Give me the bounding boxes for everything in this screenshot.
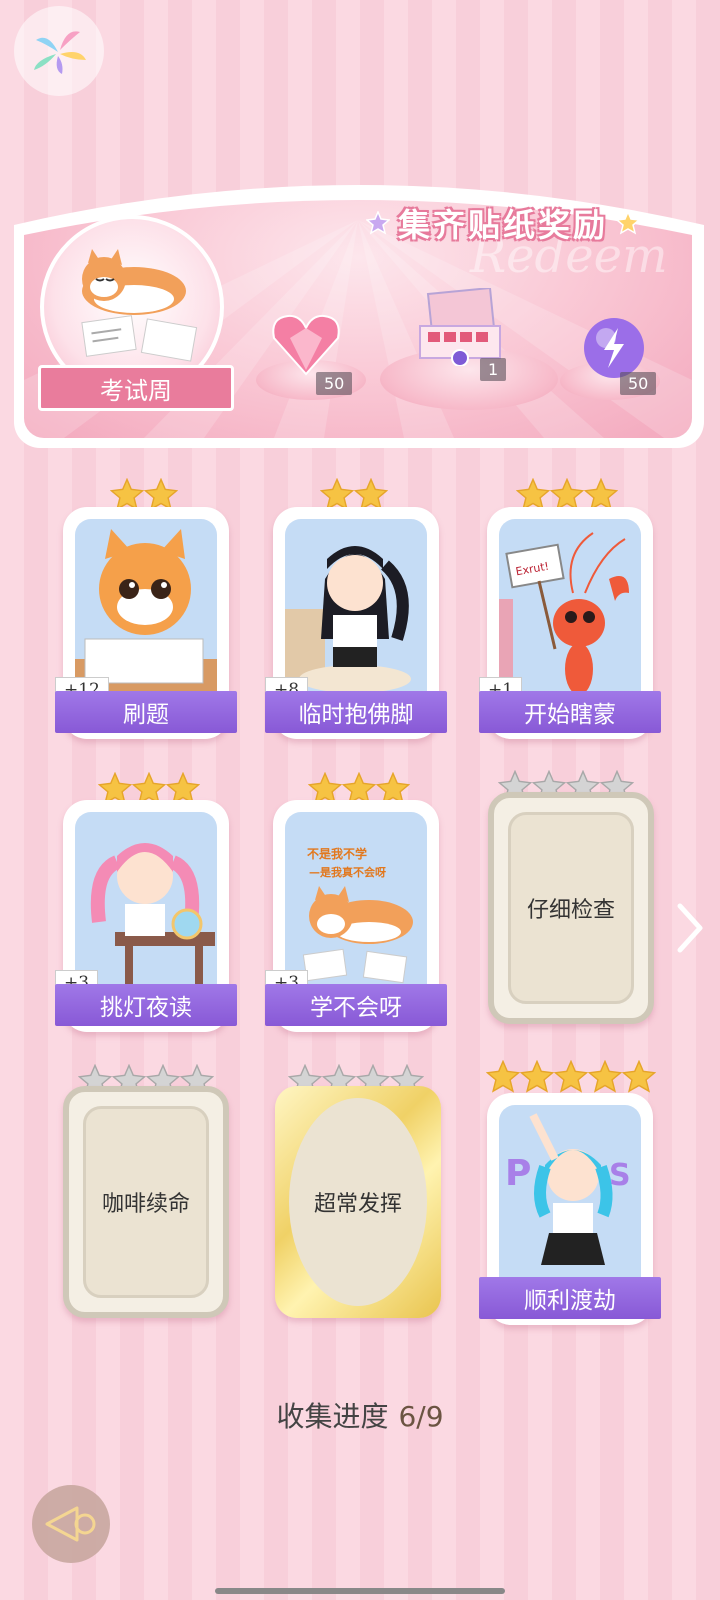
sticker-card[interactable]: +12 刷题 bbox=[55, 507, 237, 739]
sticker-card[interactable]: +8 临时抱佛脚 bbox=[265, 507, 447, 739]
card-title: 刷题 bbox=[55, 691, 237, 733]
sticker-card[interactable]: P S 顺利渡劫 bbox=[479, 1093, 661, 1325]
card-stars bbox=[486, 1060, 656, 1094]
sticker-card[interactable]: Exrut! +1 开始瞎蒙 bbox=[479, 507, 661, 739]
card-title: 超常发挥 bbox=[313, 1192, 402, 1217]
card-title: 学不会呀 bbox=[265, 984, 447, 1026]
sticker-card[interactable]: +3 挑灯夜读 bbox=[55, 800, 237, 1032]
progress-label: 收集进度 bbox=[276, 1400, 389, 1433]
collection-progress: 收集进度 6/9 bbox=[0, 1395, 720, 1435]
star-deco-icon bbox=[365, 211, 390, 235]
gold-star-icon bbox=[520, 1060, 554, 1093]
home-indicator[interactable] bbox=[215, 1588, 505, 1594]
gold-star-icon bbox=[622, 1060, 656, 1093]
theme-label: 考试周 bbox=[38, 365, 234, 411]
reward-count: 1 bbox=[480, 358, 507, 381]
sticker-card[interactable]: 不是我不学 —是我真不会呀 +3 学不会呀 bbox=[265, 800, 447, 1032]
pinwheel-logo-icon bbox=[34, 31, 86, 74]
card-title: 开始瞎蒙 bbox=[479, 691, 661, 733]
sticker-caption: 不是我不学 bbox=[307, 846, 367, 861]
sticker-caption: —是我真不会呀 bbox=[309, 865, 386, 879]
gold-star-icon bbox=[554, 1060, 588, 1093]
banner-title: 集齐贴纸奖励 bbox=[338, 195, 668, 251]
card-title: 临时抱佛脚 bbox=[265, 691, 447, 733]
locked-sticker-card[interactable]: 咖啡续命 bbox=[63, 1086, 229, 1318]
app-logo[interactable] bbox=[14, 6, 104, 96]
reward-count: 50 bbox=[620, 372, 657, 395]
card-title: 仔细检查 bbox=[526, 898, 615, 923]
back-arrow-icon bbox=[45, 1506, 96, 1542]
card-title: 咖啡续命 bbox=[101, 1192, 190, 1217]
card-title: 挑灯夜读 bbox=[55, 984, 237, 1026]
banner-title-text: 集齐贴纸奖励 bbox=[397, 206, 608, 244]
locked-gold-sticker-card[interactable]: 超常发挥 bbox=[275, 1086, 441, 1318]
locked-sticker-card[interactable]: 仔细检查 bbox=[488, 792, 654, 1024]
gold-star-icon bbox=[486, 1060, 520, 1093]
card-title: 顺利渡劫 bbox=[479, 1277, 661, 1319]
svg-text:P: P bbox=[505, 1153, 531, 1194]
back-button[interactable] bbox=[32, 1485, 110, 1563]
pink-heart-gem-icon bbox=[272, 314, 340, 376]
purple-energy-orb-icon bbox=[584, 318, 644, 378]
svg-text:S: S bbox=[609, 1158, 631, 1193]
chevron-right-icon[interactable] bbox=[672, 900, 706, 956]
reward-count: 50 bbox=[316, 372, 353, 395]
progress-value: 6/9 bbox=[398, 1400, 444, 1433]
gold-star-icon bbox=[588, 1060, 622, 1093]
gift-box-icon bbox=[419, 286, 501, 367]
star-deco-icon bbox=[616, 211, 640, 235]
